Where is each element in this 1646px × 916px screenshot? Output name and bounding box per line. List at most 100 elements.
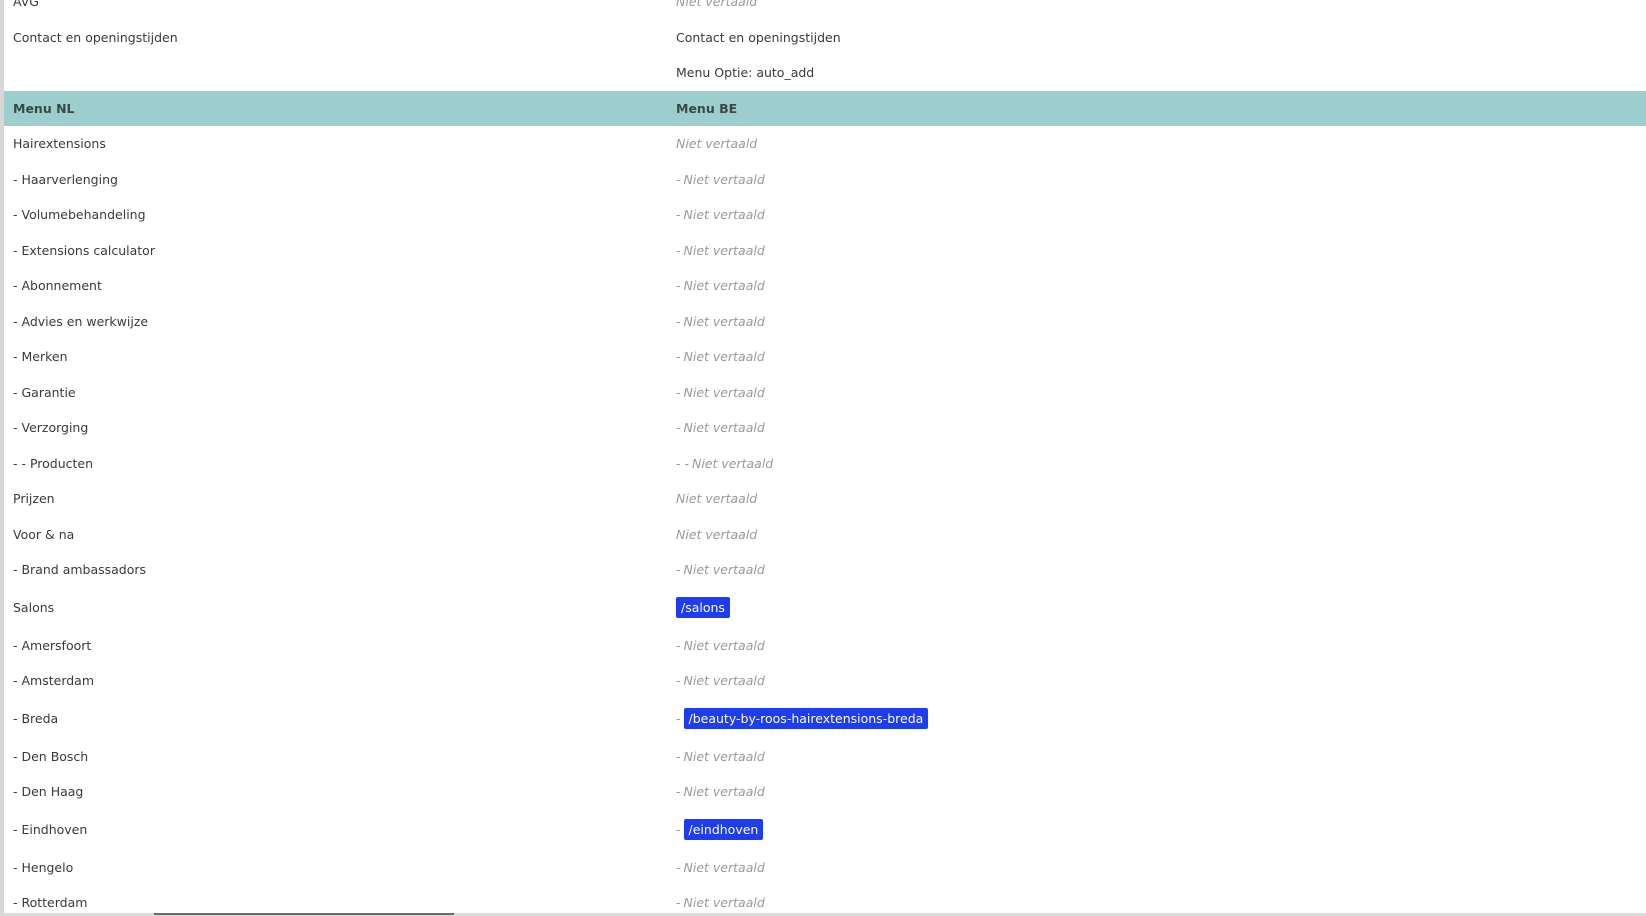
menu-nl-cell: - Rotterdam: [13, 895, 88, 911]
menu-nl-cell: Contact en openingstijden: [13, 29, 178, 45]
table-row-avg: AVG Niet vertaald: [4, 0, 1646, 20]
indent-prefix: -: [676, 242, 681, 258]
untranslated-label: Niet vertaald: [683, 313, 765, 329]
table-row: Prijzen Niet vertaald: [4, 481, 1646, 517]
menu-nl-cell: - Amersfoort: [13, 637, 92, 653]
untranslated-label: Niet vertaald: [683, 278, 765, 294]
indent-prefix: - -: [676, 455, 689, 471]
menu-be-cell: - Niet vertaald: [676, 673, 765, 688]
indent-prefix: -: [676, 822, 681, 837]
menu-be-cell: - Niet vertaald: [676, 895, 765, 910]
untranslated-label: Niet vertaald: [683, 859, 765, 875]
untranslated-label: Niet vertaald: [683, 420, 765, 436]
table-row: - Merken - Niet vertaald: [4, 339, 1646, 375]
menu-be-cell: -/eindhoven: [676, 819, 764, 840]
menu-nl-cell: - Abonnement: [13, 278, 102, 294]
table-header-row: Menu NL Menu BE: [4, 90, 1646, 126]
indent-prefix: -: [676, 349, 681, 365]
menu-be-cell: Contact en openingstijden: [676, 29, 841, 45]
menu-nl-cell: Prijzen: [13, 491, 55, 507]
menu-rows: Hairextensions Niet vertaald - Haarverleng…: [4, 126, 1646, 916]
menu-be-cell: - Niet vertaald: [676, 420, 765, 435]
menu-nl-cell: - Merken: [13, 349, 68, 365]
indent-prefix: -: [676, 420, 681, 436]
untranslated-label: Niet vertaald: [683, 637, 765, 653]
menu-be-cell: Niet vertaald: [676, 0, 758, 10]
untranslated-label: Niet vertaald: [683, 784, 765, 800]
menu-be-cell: Niet vertaald: [676, 527, 757, 542]
table-row: - - Producten - - Niet vertaald: [4, 446, 1646, 482]
indent-prefix: -: [676, 673, 681, 689]
menu-translation-table: AVG Niet vertaald Contact en openingstij…: [4, 0, 1646, 916]
untranslated-label: Niet vertaald: [683, 349, 765, 365]
menu-nl-cell: - Volumebehandeling: [13, 207, 146, 223]
menu-nl-cell: - Eindhoven: [13, 822, 88, 837]
menu-be-cell: - Niet vertaald: [676, 172, 765, 187]
menu-be-cell: - Niet vertaald: [676, 784, 765, 799]
untranslated-label: Niet vertaald: [683, 171, 765, 187]
table-row: - Garantie - Niet vertaald: [4, 375, 1646, 411]
menu-be-cell: Niet vertaald: [676, 491, 757, 506]
menu-option-text: Menu Optie: auto_add: [676, 65, 815, 81]
menu-nl-cell: - - Producten: [13, 455, 94, 471]
translation-menu-page: AVG Niet vertaald Contact en openingstij…: [0, 0, 1646, 916]
table-row: Salons/salons: [4, 588, 1646, 628]
slug-badge[interactable]: /salons: [676, 597, 730, 618]
table-row-contact: Contact en openingstijden Contact en ope…: [4, 20, 1646, 56]
table-row: Voor & na Niet vertaald: [4, 517, 1646, 553]
slug-badge[interactable]: /beauty-by-roos-hairextensions-breda: [683, 708, 929, 729]
menu-nl-cell: - Extensions calculator: [13, 242, 155, 258]
table-row: - Rotterdam - Niet vertaald: [4, 885, 1646, 916]
indent-prefix: -: [676, 711, 681, 726]
column-header-menu-be: Menu BE: [676, 100, 738, 116]
table-row: - Advies en werkwijze - Niet vertaald: [4, 304, 1646, 340]
menu-be-cell: - Niet vertaald: [676, 207, 765, 222]
menu-nl-cell: Salons: [13, 600, 55, 615]
indent-prefix: -: [676, 859, 681, 875]
table-row: - Den Bosch - Niet vertaald: [4, 739, 1646, 775]
table-row: Hairextensions Niet vertaald: [4, 126, 1646, 162]
table-row: - Amersfoort - Niet vertaald: [4, 628, 1646, 664]
indent-prefix: -: [676, 637, 681, 653]
scrollbar-thumb[interactable]: [154, 913, 454, 915]
table-row: - Breda -/beauty-by-roos-hairextensions-b…: [4, 699, 1646, 739]
table-row: - Haarverlenging - Niet vertaald: [4, 162, 1646, 198]
untranslated-label: Niet vertaald: [683, 895, 765, 911]
untranslated-label: Niet vertaald: [683, 562, 765, 578]
table-row: - Eindhoven -/eindhoven: [4, 810, 1646, 850]
table-row: - Abonnement - Niet vertaald: [4, 268, 1646, 304]
indent-prefix: -: [676, 207, 681, 223]
menu-be-cell: - Niet vertaald: [676, 860, 765, 875]
menu-nl-cell: - Garantie: [13, 384, 76, 400]
indent-prefix: -: [676, 278, 681, 294]
indent-prefix: -: [676, 313, 681, 329]
indent-prefix: -: [676, 384, 681, 400]
menu-be-cell: - - Niet vertaald: [676, 456, 773, 471]
untranslated-label: Niet vertaald: [676, 491, 758, 507]
untranslated-label: Niet vertaald: [676, 136, 758, 152]
untranslated-label: Niet vertaald: [683, 384, 765, 400]
menu-nl-cell: - Haarverlenging: [13, 171, 118, 187]
menu-be-cell: -/beauty-by-roos-hairextensions-breda: [676, 708, 929, 729]
menu-nl-cell: Voor & na: [13, 526, 75, 542]
table-row: - Amsterdam - Niet vertaald: [4, 663, 1646, 699]
menu-nl-cell: Hairextensions: [13, 136, 106, 152]
menu-be-cell: - Niet vertaald: [676, 243, 765, 258]
table-row: - Extensions calculator - Niet vertaald: [4, 233, 1646, 269]
menu-be-cell: - Niet vertaald: [676, 385, 765, 400]
untranslated-label: Niet vertaald: [683, 207, 765, 223]
menu-be-cell: - Niet vertaald: [676, 314, 765, 329]
menu-nl-cell: - Den Bosch: [13, 748, 89, 764]
menu-nl-cell: - Hengelo: [13, 859, 74, 875]
table-row: - Brand ambassadors - Niet vertaald: [4, 552, 1646, 588]
menu-nl-cell: AVG: [13, 0, 39, 10]
menu-nl-cell: - Den Haag: [13, 784, 84, 800]
menu-nl-cell: - Verzorging: [13, 420, 89, 436]
table-row: - Volumebehandeling - Niet vertaald: [4, 197, 1646, 233]
menu-nl-cell: - Amsterdam: [13, 673, 95, 689]
indent-prefix: -: [676, 562, 681, 578]
untranslated-label: Niet vertaald: [692, 455, 774, 471]
indent-prefix: -: [676, 748, 681, 764]
slug-badge[interactable]: /eindhoven: [683, 819, 764, 840]
untranslated-label: Niet vertaald: [683, 242, 765, 258]
